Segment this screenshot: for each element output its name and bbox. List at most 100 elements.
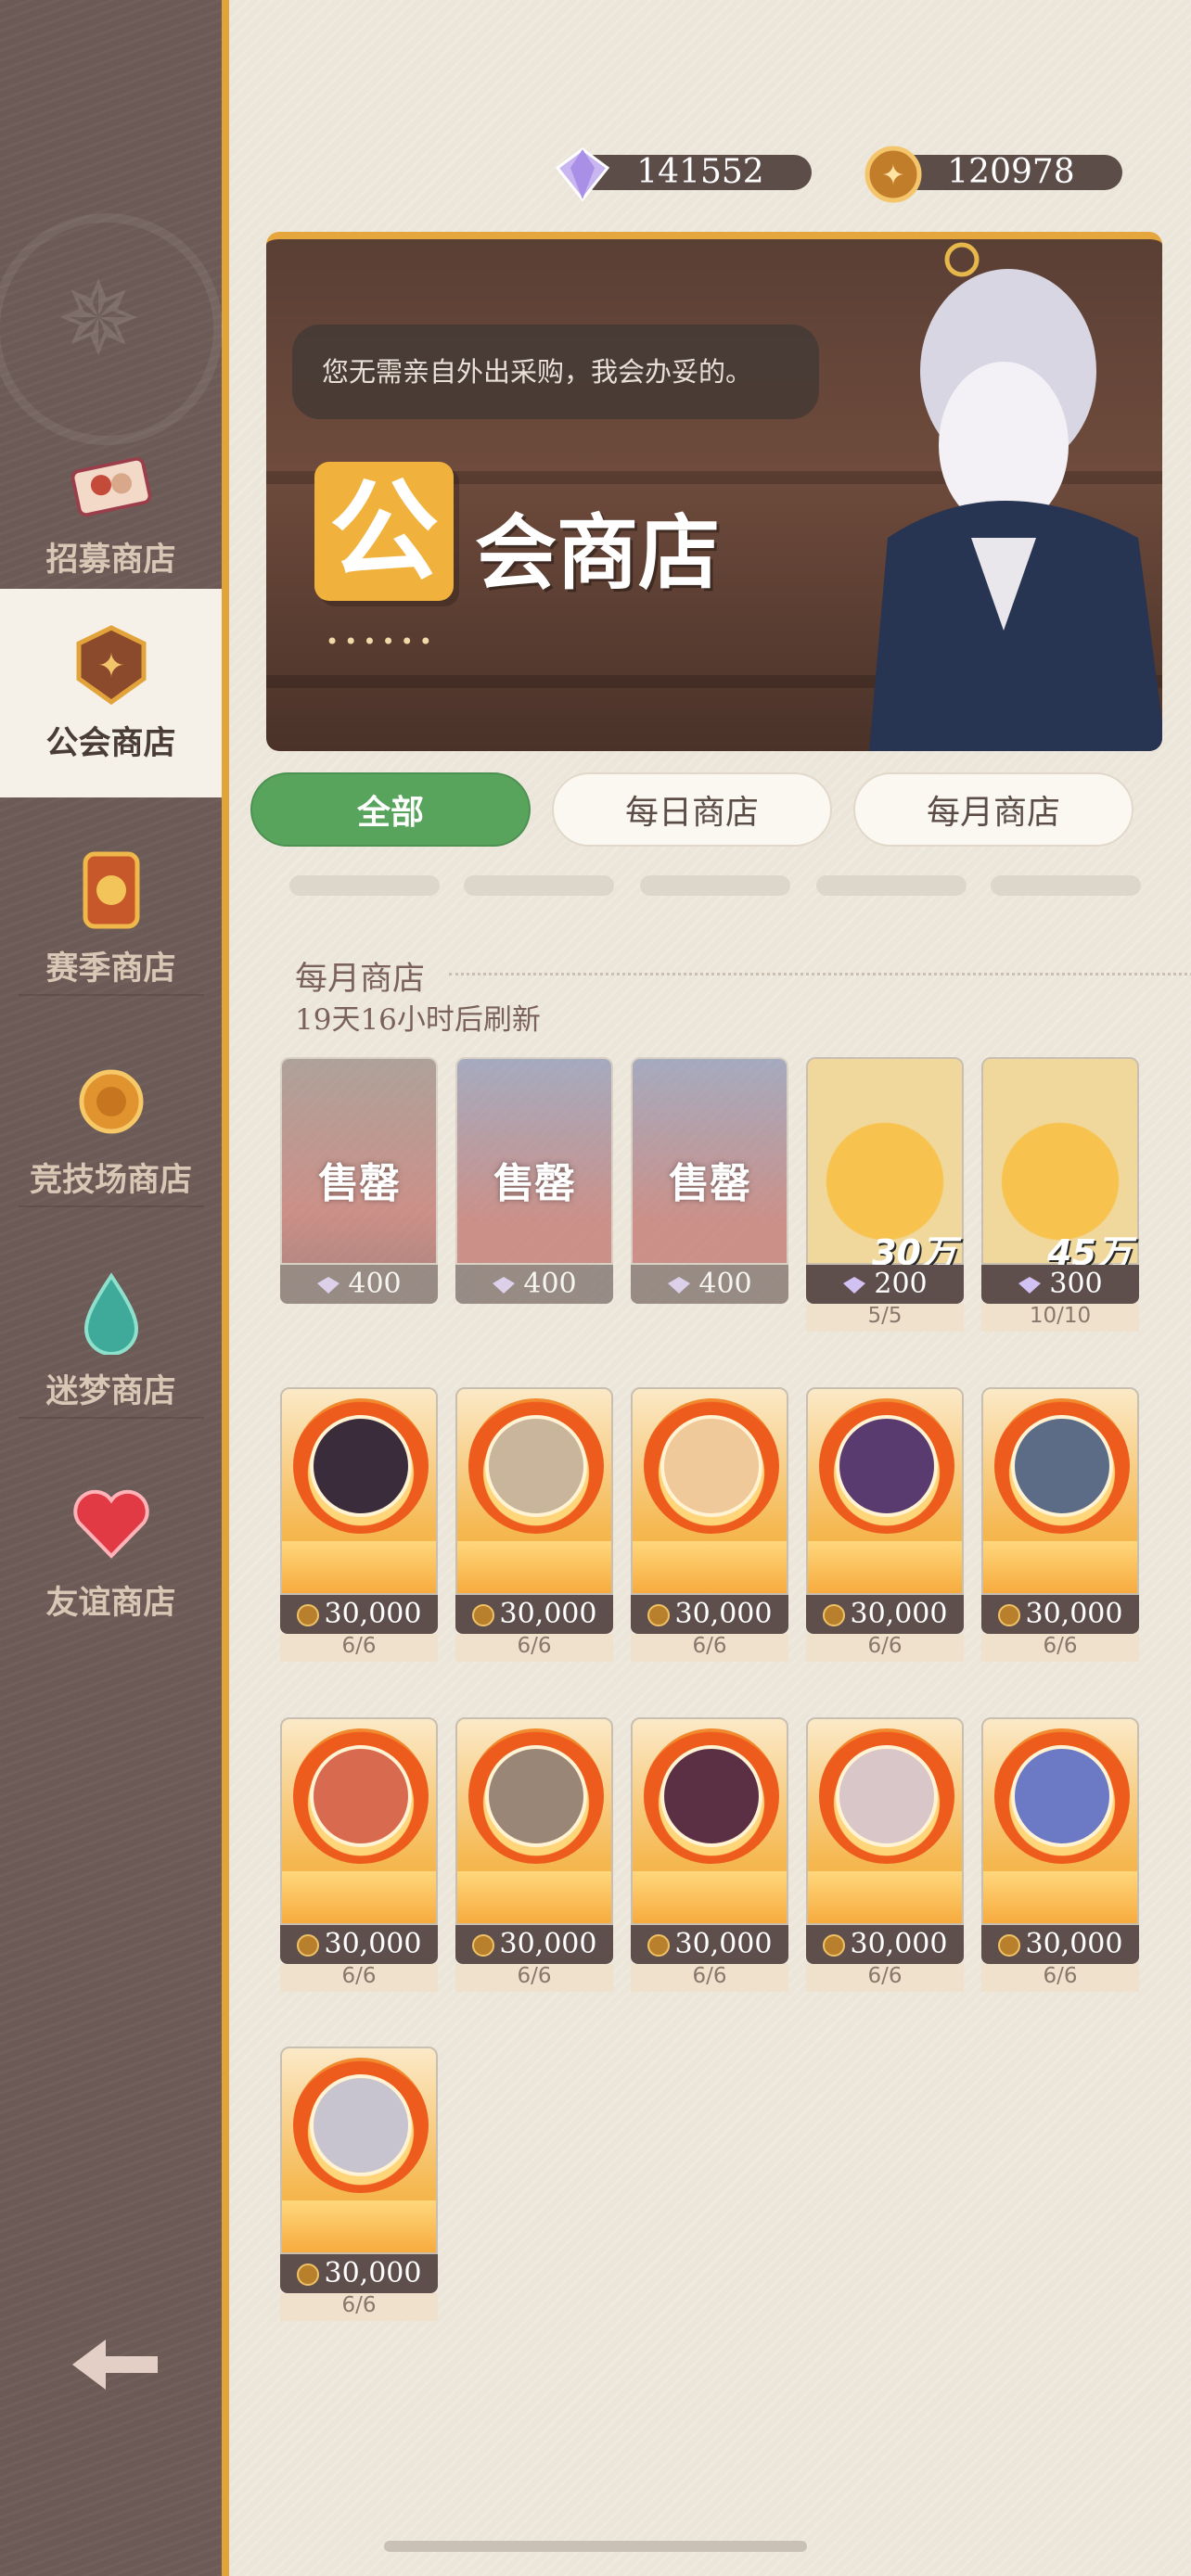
hero-portrait [455, 1387, 613, 1595]
purchase-limit: 6/6 [806, 1964, 964, 1992]
refresh-timer: 19天16小时后刷新 [295, 1003, 541, 1037]
shop-item-hero-soul[interactable]: 30,000 6/6 [280, 2047, 438, 2321]
diamond-currency[interactable]: 141552 [552, 144, 849, 202]
speech-bubble: 您无需亲自外出采购，我会办妥的。 [292, 325, 819, 419]
sidebar-item-label: 招募商店 [45, 541, 176, 579]
purchase-limit: 6/6 [455, 1964, 613, 1992]
section-title: 每月商店 [295, 961, 426, 998]
shop-item-hero-soul[interactable]: 30,000 6/6 [806, 1717, 964, 1992]
price-value: 30,000 [1025, 1598, 1123, 1630]
item-price: 30,000 [280, 2254, 438, 2293]
shop-item-hero-soul[interactable]: 30,000 6/6 [981, 1387, 1139, 1662]
scroll-hint [816, 875, 967, 896]
guild-coin-icon [822, 1934, 845, 1957]
sidebar-item-friendship-shop[interactable]: 友谊商店 [0, 1450, 222, 1654]
purchase-limit: 6/6 [806, 1634, 964, 1662]
diamond-count: 141552 [589, 155, 812, 190]
hero-portrait [631, 1387, 788, 1595]
shop-item-hero-soul[interactable]: 30,000 6/6 [631, 1717, 788, 1992]
price-value: 300 [1049, 1268, 1103, 1300]
sold-out-label: 售罄 [318, 1160, 400, 1207]
shop-item-sold-out[interactable]: 售罄 400 [631, 1057, 788, 1319]
hero-portrait [455, 1717, 613, 1925]
shop-item-sold-out[interactable]: 售罄 400 [280, 1057, 438, 1319]
wave-decoration [282, 2200, 436, 2252]
shop-item-hero-soul[interactable]: 30,000 6/6 [981, 1717, 1139, 1992]
guild-coin-icon [647, 1604, 670, 1626]
back-button[interactable] [65, 2332, 167, 2397]
shop-item-hero-soul[interactable]: 30,000 6/6 [280, 1387, 438, 1662]
price-value: 400 [523, 1268, 577, 1300]
guild-coin-icon [296, 1604, 319, 1626]
hero-portrait [981, 1717, 1139, 1925]
guild-coin-currency[interactable]: 120978 ✦ [863, 144, 1159, 203]
shop-item-sold-out[interactable]: 售罄 400 [455, 1057, 613, 1319]
guild-shop-banner: 您无需亲自外出采购，我会办妥的。 公 会商店 •••••• [266, 232, 1162, 751]
shop-item-hero-soul[interactable]: 30,000 6/6 [280, 1717, 438, 1992]
scroll-hint [464, 875, 614, 896]
diamond-icon [555, 147, 610, 202]
price-value: 30,000 [499, 1928, 597, 1960]
diamond-icon [317, 1277, 340, 1294]
guild-coin-icon [822, 1604, 845, 1626]
price-value: 30,000 [499, 1598, 597, 1630]
shop-item-gold[interactable]: 45万 300 10/10 [981, 1057, 1139, 1332]
guild-coin-count: 120978 [900, 155, 1122, 190]
price-value: 200 [874, 1268, 928, 1300]
purchase-limit: 6/6 [280, 2293, 438, 2321]
sidebar-item-dream-shop[interactable]: 迷梦商店 [0, 1239, 222, 1443]
hero-portrait [631, 1717, 788, 1925]
guild-coin-icon [997, 1934, 1020, 1957]
hero-face [310, 2074, 412, 2176]
sidebar-divider [19, 1417, 204, 1419]
wave-decoration [282, 1871, 436, 1923]
sidebar-item-guild-shop[interactable]: ✦ 公会商店 [0, 589, 222, 797]
wave-decoration [633, 1871, 787, 1923]
hero-face [1011, 1415, 1113, 1517]
item-price: 30,000 [631, 1595, 788, 1634]
scroll-hint [991, 875, 1141, 896]
shop-title: 会商店 [475, 505, 721, 601]
sidebar-item-arena-shop[interactable]: 竞技场商店 [0, 1027, 222, 1231]
tab-daily-shop[interactable]: 每日商店 [552, 772, 832, 847]
banner-dots: •••••• [326, 629, 438, 655]
diamond-icon [1018, 1277, 1042, 1294]
sidebar-item-season-shop[interactable]: 赛季商店 [0, 816, 222, 1020]
hero-face [310, 1415, 412, 1517]
svg-text:✦: ✦ [881, 159, 904, 192]
shop-item-hero-soul[interactable]: 30,000 6/6 [806, 1387, 964, 1662]
purchase-limit: 6/6 [280, 1634, 438, 1662]
hero-face [836, 1415, 938, 1517]
scroll-hint [289, 875, 440, 896]
scroll-hint [640, 875, 790, 896]
item-price: 30,000 [806, 1925, 964, 1964]
item-price: 300 [981, 1265, 1139, 1304]
shop-item-gold[interactable]: 30万 200 5/5 [806, 1057, 964, 1332]
shop-item-hero-soul[interactable]: 30,000 6/6 [631, 1387, 788, 1662]
wave-decoration [808, 1541, 962, 1593]
wave-decoration [457, 1871, 611, 1923]
price-value: 30,000 [850, 1928, 948, 1960]
arena-coin-icon [69, 1059, 154, 1144]
guild-coin-icon [471, 1934, 494, 1957]
svg-text:✦: ✦ [96, 647, 124, 685]
tab-monthly-shop[interactable]: 每月商店 [853, 772, 1133, 847]
guild-coin-icon [296, 1934, 319, 1957]
item-price: 30,000 [455, 1925, 613, 1964]
purchase-limit: 6/6 [981, 1964, 1139, 1992]
hero-portrait [280, 1387, 438, 1595]
hero-portrait [806, 1387, 964, 1595]
shop-tabs: 全部 每日商店 每月商店 [250, 772, 1141, 861]
hero-face [1011, 1745, 1113, 1847]
tab-all[interactable]: 全部 [250, 772, 531, 847]
shop-item-hero-soul[interactable]: 30,000 6/6 [455, 1717, 613, 1992]
item-price: 30,000 [280, 1925, 438, 1964]
purchase-limit: 6/6 [280, 1964, 438, 1992]
guild-emblem-icon: ✦ [69, 622, 154, 708]
wave-decoration [808, 1871, 962, 1923]
guild-coin-icon: ✦ [864, 146, 922, 203]
sidebar-item-recruit-shop-label-wrap: 招募商店 [0, 385, 222, 589]
shop-item-hero-soul[interactable]: 30,000 6/6 [455, 1387, 613, 1662]
price-value: 30,000 [324, 1928, 422, 1960]
item-price: 30,000 [806, 1595, 964, 1634]
